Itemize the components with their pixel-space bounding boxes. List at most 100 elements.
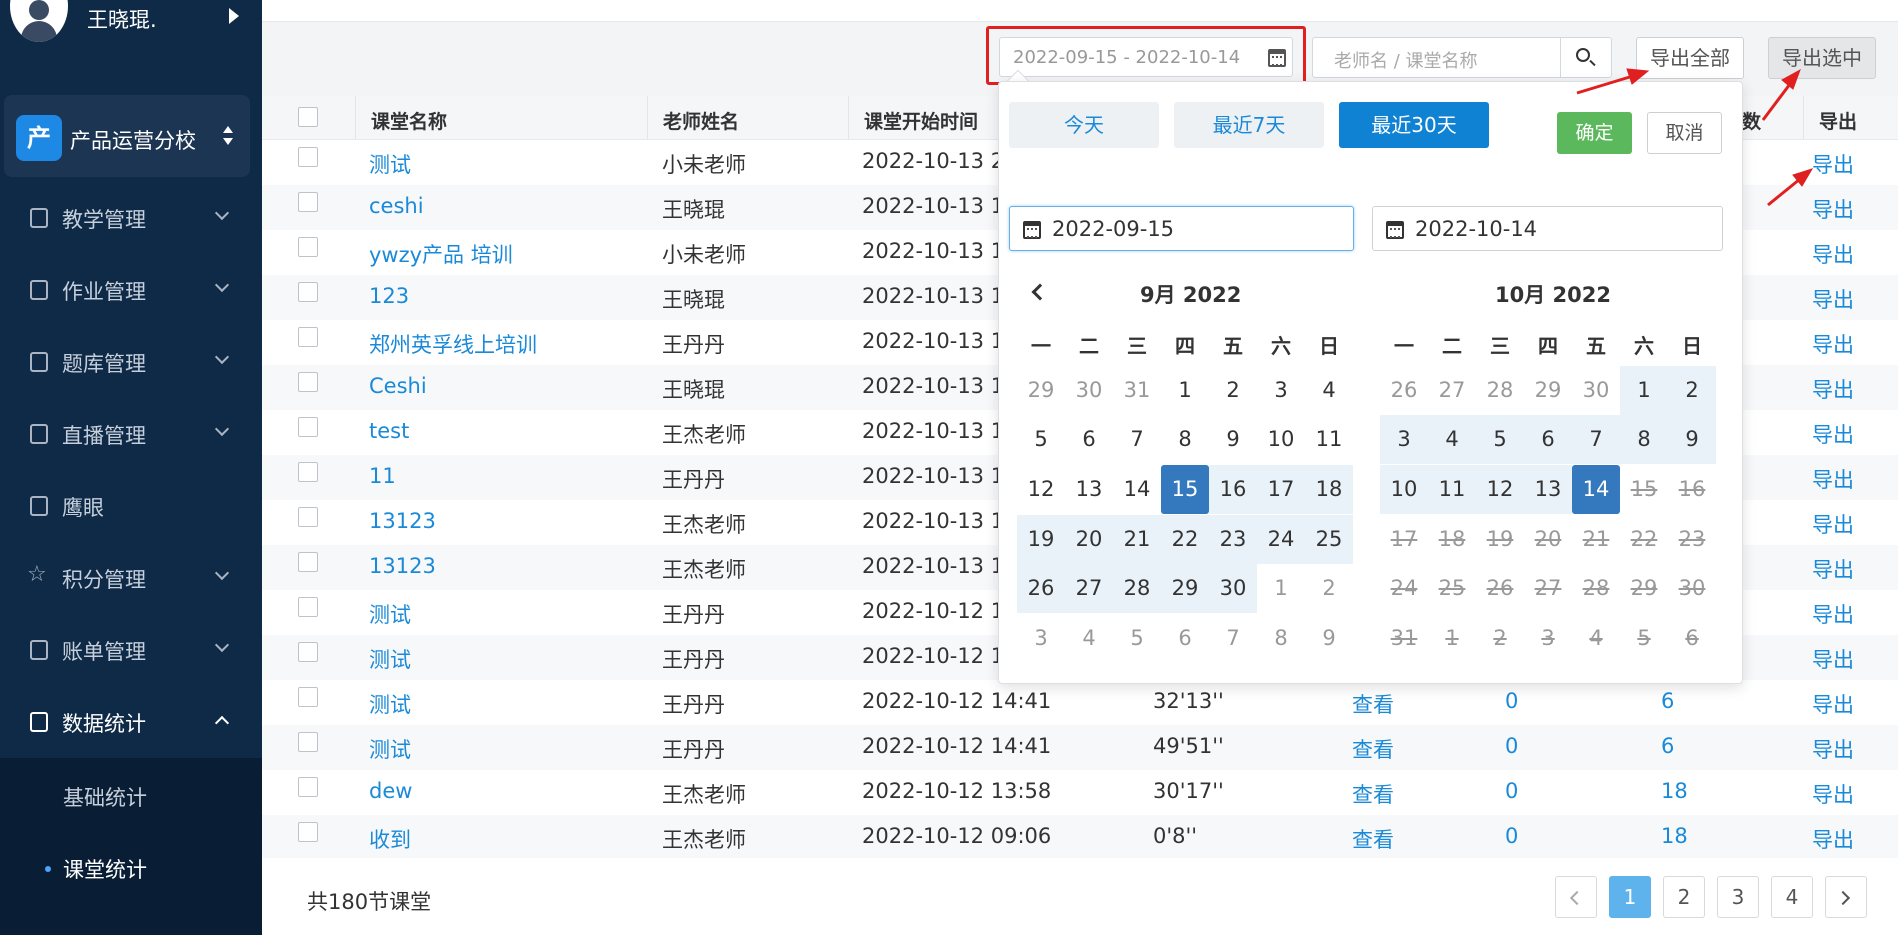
row-checkbox[interactable]: [298, 552, 318, 572]
calendar-day[interactable]: 30: [1065, 366, 1113, 415]
row-checkbox[interactable]: [298, 507, 318, 527]
calendar-day[interactable]: 20: [1065, 515, 1113, 564]
calendar-day[interactable]: 29: [1161, 564, 1209, 613]
user-menu[interactable]: 王晓琨.: [0, 0, 262, 42]
export-link[interactable]: 导出: [1812, 599, 1854, 629]
sidebar-item-homework[interactable]: 作业管理: [0, 260, 262, 320]
calendar-day[interactable]: 8: [1161, 415, 1209, 464]
range-last30-button[interactable]: 最近30天: [1339, 102, 1489, 148]
class-name-link[interactable]: 郑州英孚线上培训: [369, 329, 537, 359]
calendar-day[interactable]: 26: [1380, 366, 1428, 415]
calendar-day[interactable]: 4: [1428, 415, 1476, 464]
row-checkbox[interactable]: [298, 687, 318, 707]
calendar-day[interactable]: 7: [1113, 415, 1161, 464]
row-checkbox[interactable]: [298, 417, 318, 437]
calendar-day[interactable]: 14: [1113, 465, 1161, 514]
export-selected-button[interactable]: 导出选中: [1768, 37, 1876, 79]
row-checkbox[interactable]: [298, 372, 318, 392]
calendar-day[interactable]: 1: [1161, 366, 1209, 415]
export-link[interactable]: 导出: [1812, 149, 1854, 179]
calendar-day[interactable]: 29: [1017, 366, 1065, 415]
calendar-day[interactable]: 16: [1209, 465, 1257, 514]
calendar-day[interactable]: 8: [1620, 415, 1668, 464]
calendar-day[interactable]: 4: [1305, 366, 1353, 415]
calendar-day[interactable]: 3: [1380, 415, 1428, 464]
calendar-day[interactable]: 30: [1572, 366, 1620, 415]
view-link[interactable]: 查看: [1352, 779, 1394, 809]
class-name-link[interactable]: 测试: [369, 599, 411, 629]
sidebar-item-billing[interactable]: 账单管理: [0, 620, 262, 680]
calendar-day[interactable]: 30: [1209, 564, 1257, 613]
export-link[interactable]: 导出: [1812, 284, 1854, 314]
calendar-day[interactable]: 24: [1257, 515, 1305, 564]
export-link[interactable]: 导出: [1812, 689, 1854, 719]
calendar-day[interactable]: 11: [1305, 415, 1353, 464]
range-today-button[interactable]: 今天: [1009, 102, 1159, 148]
export-link[interactable]: 导出: [1812, 464, 1854, 494]
calendar-day[interactable]: 13: [1065, 465, 1113, 514]
class-name-link[interactable]: 测试: [369, 689, 411, 719]
calendar-day[interactable]: 13: [1524, 465, 1572, 514]
calendar-day[interactable]: 3: [1017, 614, 1065, 663]
export-link[interactable]: 导出: [1812, 734, 1854, 764]
calendar-day[interactable]: 9: [1668, 415, 1716, 464]
calendar-day[interactable]: 9: [1305, 614, 1353, 663]
end-date-input[interactable]: 2022-10-14: [1372, 206, 1723, 251]
page-2-button[interactable]: 2: [1663, 876, 1705, 918]
sidebar-item-eagle-eye[interactable]: 鹰眼: [0, 476, 262, 536]
calendar-day[interactable]: 7: [1572, 415, 1620, 464]
sidebar-item-live[interactable]: 直播管理: [0, 404, 262, 464]
calendar-day[interactable]: 2: [1209, 366, 1257, 415]
calendar-day[interactable]: 17: [1257, 465, 1305, 514]
calendar-day[interactable]: 5: [1113, 614, 1161, 663]
calendar-day[interactable]: 3: [1257, 366, 1305, 415]
calendar-day[interactable]: 9: [1209, 415, 1257, 464]
row-checkbox[interactable]: [298, 282, 318, 302]
calendar-day[interactable]: 10: [1380, 465, 1428, 514]
view-link[interactable]: 查看: [1352, 689, 1394, 719]
row-checkbox[interactable]: [298, 192, 318, 212]
calendar-day[interactable]: 31: [1113, 366, 1161, 415]
calendar-day[interactable]: 1: [1257, 564, 1305, 613]
calendar-day[interactable]: 15: [1161, 465, 1209, 514]
export-all-button[interactable]: 导出全部: [1636, 37, 1744, 79]
calendar-day[interactable]: 25: [1305, 515, 1353, 564]
calendar-day[interactable]: 5: [1476, 415, 1524, 464]
sidebar-item-points[interactable]: 积分管理: [0, 548, 262, 608]
sidebar-item-question-bank[interactable]: 题库管理: [0, 332, 262, 392]
export-link[interactable]: 导出: [1812, 419, 1854, 449]
row-checkbox[interactable]: [298, 822, 318, 842]
class-name-link[interactable]: Ceshi: [369, 374, 427, 398]
row-checkbox[interactable]: [298, 462, 318, 482]
start-date-input[interactable]: 2022-09-15: [1009, 206, 1354, 251]
calendar-day[interactable]: 6: [1524, 415, 1572, 464]
sidebar-item-statistics[interactable]: 数据统计: [0, 692, 262, 752]
export-link[interactable]: 导出: [1812, 374, 1854, 404]
view-link[interactable]: 查看: [1352, 734, 1394, 764]
row-checkbox[interactable]: [298, 327, 318, 347]
row-checkbox[interactable]: [298, 732, 318, 752]
row-checkbox[interactable]: [298, 237, 318, 257]
export-link[interactable]: 导出: [1812, 239, 1854, 269]
calendar-day[interactable]: 28: [1476, 366, 1524, 415]
export-link[interactable]: 导出: [1812, 509, 1854, 539]
export-link[interactable]: 导出: [1812, 554, 1854, 584]
calendar-day[interactable]: 8: [1257, 614, 1305, 663]
calendar-day[interactable]: 18: [1305, 465, 1353, 514]
calendar-day[interactable]: 6: [1161, 614, 1209, 663]
class-name-link[interactable]: ceshi: [369, 194, 424, 218]
calendar-day[interactable]: 1: [1620, 366, 1668, 415]
calendar-day[interactable]: 2: [1668, 366, 1716, 415]
row-checkbox[interactable]: [298, 597, 318, 617]
search-icon[interactable]: [1576, 48, 1590, 62]
calendar-day[interactable]: 21: [1113, 515, 1161, 564]
calendar-day[interactable]: 22: [1161, 515, 1209, 564]
calendar-day[interactable]: 5: [1017, 415, 1065, 464]
prev-page-button[interactable]: [1555, 876, 1597, 918]
calendar-day[interactable]: 27: [1428, 366, 1476, 415]
calendar-day[interactable]: 11: [1428, 465, 1476, 514]
class-name-link[interactable]: dew: [369, 779, 412, 803]
class-name-link[interactable]: 测试: [369, 644, 411, 674]
calendar-day[interactable]: 19: [1017, 515, 1065, 564]
class-name-link[interactable]: 收到: [369, 824, 411, 854]
